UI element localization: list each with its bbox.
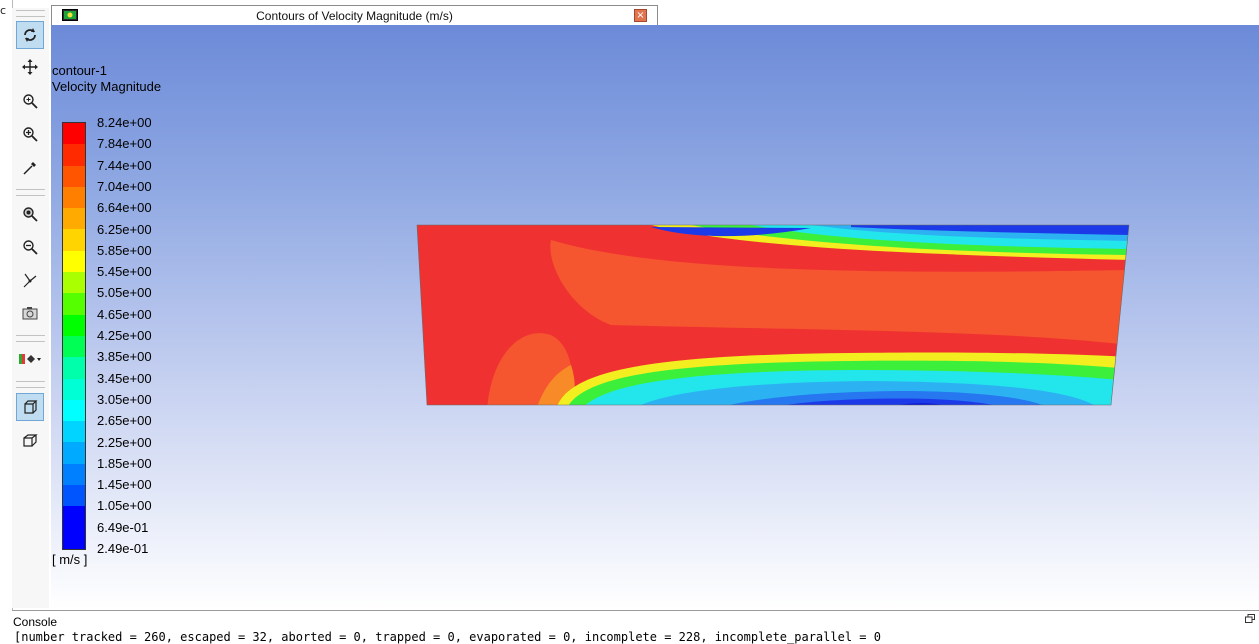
console-label: Console <box>13 615 58 629</box>
color-scale-label: 5.45e+00 <box>97 264 152 280</box>
left-edge-glyph: c <box>0 4 7 17</box>
color-scale-segment <box>63 527 85 549</box>
close-icon[interactable]: × <box>634 9 647 22</box>
contour-object-name: contour-1 <box>52 63 107 78</box>
rotate-icon[interactable] <box>16 21 44 49</box>
colormap-display-icon[interactable] <box>16 345 44 373</box>
restore-window-icon[interactable] <box>1245 614 1255 623</box>
contour-plot[interactable] <box>51 25 1259 609</box>
color-scale-label: 3.45e+00 <box>97 370 152 386</box>
color-scale-segment <box>63 399 85 422</box>
color-scale-label: 3.85e+00 <box>97 349 152 365</box>
contour-field <box>417 225 1129 405</box>
color-scale-label: 6.25e+00 <box>97 221 152 237</box>
color-scale-label: 5.05e+00 <box>97 285 152 301</box>
color-scale-segment <box>63 272 85 294</box>
color-scale-unit: [ m/s ] <box>52 552 88 567</box>
color-scale-label: 2.49e-01 <box>97 541 149 556</box>
color-scale-label: 3.05e+00 <box>97 391 152 407</box>
color-scale-label: 7.04e+00 <box>97 178 152 194</box>
toolbar-separator <box>16 189 45 196</box>
color-scale-label: 4.65e+00 <box>97 306 152 322</box>
color-scale-label: 1.05e+00 <box>97 498 152 514</box>
tab-title: Contours of Velocity Magnitude (m/s) <box>256 9 453 23</box>
color-scale-label: 1.85e+00 <box>97 455 152 471</box>
zoom-out-icon[interactable] <box>16 233 44 261</box>
color-scale-segment <box>63 123 85 145</box>
color-scale-label: 7.84e+00 <box>97 136 152 152</box>
graphics-window-tab[interactable]: Contours of Velocity Magnitude (m/s) × <box>51 5 658 25</box>
screenshot-icon[interactable] <box>16 299 44 327</box>
contour-field-name: Velocity Magnitude <box>52 79 162 94</box>
color-scale-segment <box>63 335 85 358</box>
color-scale-label: 8.24e+00 <box>97 115 152 130</box>
toolbar-separator <box>16 381 45 388</box>
toolbar-separator <box>16 10 45 17</box>
fit-to-window-icon[interactable] <box>16 200 44 228</box>
console-panel[interactable]: Console [number tracked = 260, escaped =… <box>12 610 1259 644</box>
color-scale-bar <box>62 122 86 550</box>
color-scale-segment <box>63 378 85 400</box>
color-scale-segment <box>63 144 85 166</box>
color-scale-segment <box>63 463 85 486</box>
perspective-projection-icon[interactable] <box>16 426 44 454</box>
color-scale-label: 7.44e+00 <box>97 157 152 173</box>
probe-icon[interactable] <box>16 154 44 182</box>
color-scale-label: 5.85e+00 <box>97 242 152 258</box>
color-scale-label: 4.25e+00 <box>97 328 152 343</box>
color-scale-segment <box>63 506 85 528</box>
view-axes-icon[interactable] <box>16 266 44 294</box>
color-scale-segment <box>63 250 85 273</box>
zoom-to-area-icon[interactable] <box>16 120 44 148</box>
color-scale-segment <box>63 485 85 507</box>
color-scale-label: 1.45e+00 <box>97 477 152 493</box>
graphics-viewport[interactable]: contour-1 Velocity Magnitude 8.24e+00 7.8… <box>51 25 1259 609</box>
color-scale-segment <box>63 421 85 443</box>
color-scale-segment <box>63 208 85 230</box>
pan-icon[interactable] <box>16 53 44 81</box>
color-scale-segment <box>63 229 85 251</box>
color-scale-segment <box>63 165 85 187</box>
color-scale-label: 6.49e-01 <box>97 519 149 535</box>
color-scale-label: 2.65e+00 <box>97 413 152 429</box>
toolbar-separator <box>16 335 45 342</box>
graphics-toolbar <box>12 8 49 608</box>
color-scale-segment <box>63 442 85 464</box>
color-scale-label: 6.64e+00 <box>97 200 152 216</box>
console-output: [number tracked = 260, escaped = 32, abo… <box>14 630 881 644</box>
color-scale-segment <box>63 293 85 315</box>
color-scale-segment <box>63 314 85 336</box>
color-scale-segment <box>63 186 85 209</box>
orthographic-projection-icon[interactable] <box>16 393 44 421</box>
zoom-in-out-icon[interactable] <box>16 87 44 115</box>
color-scale-label: 2.25e+00 <box>97 434 152 450</box>
color-scale-segment <box>63 357 85 379</box>
